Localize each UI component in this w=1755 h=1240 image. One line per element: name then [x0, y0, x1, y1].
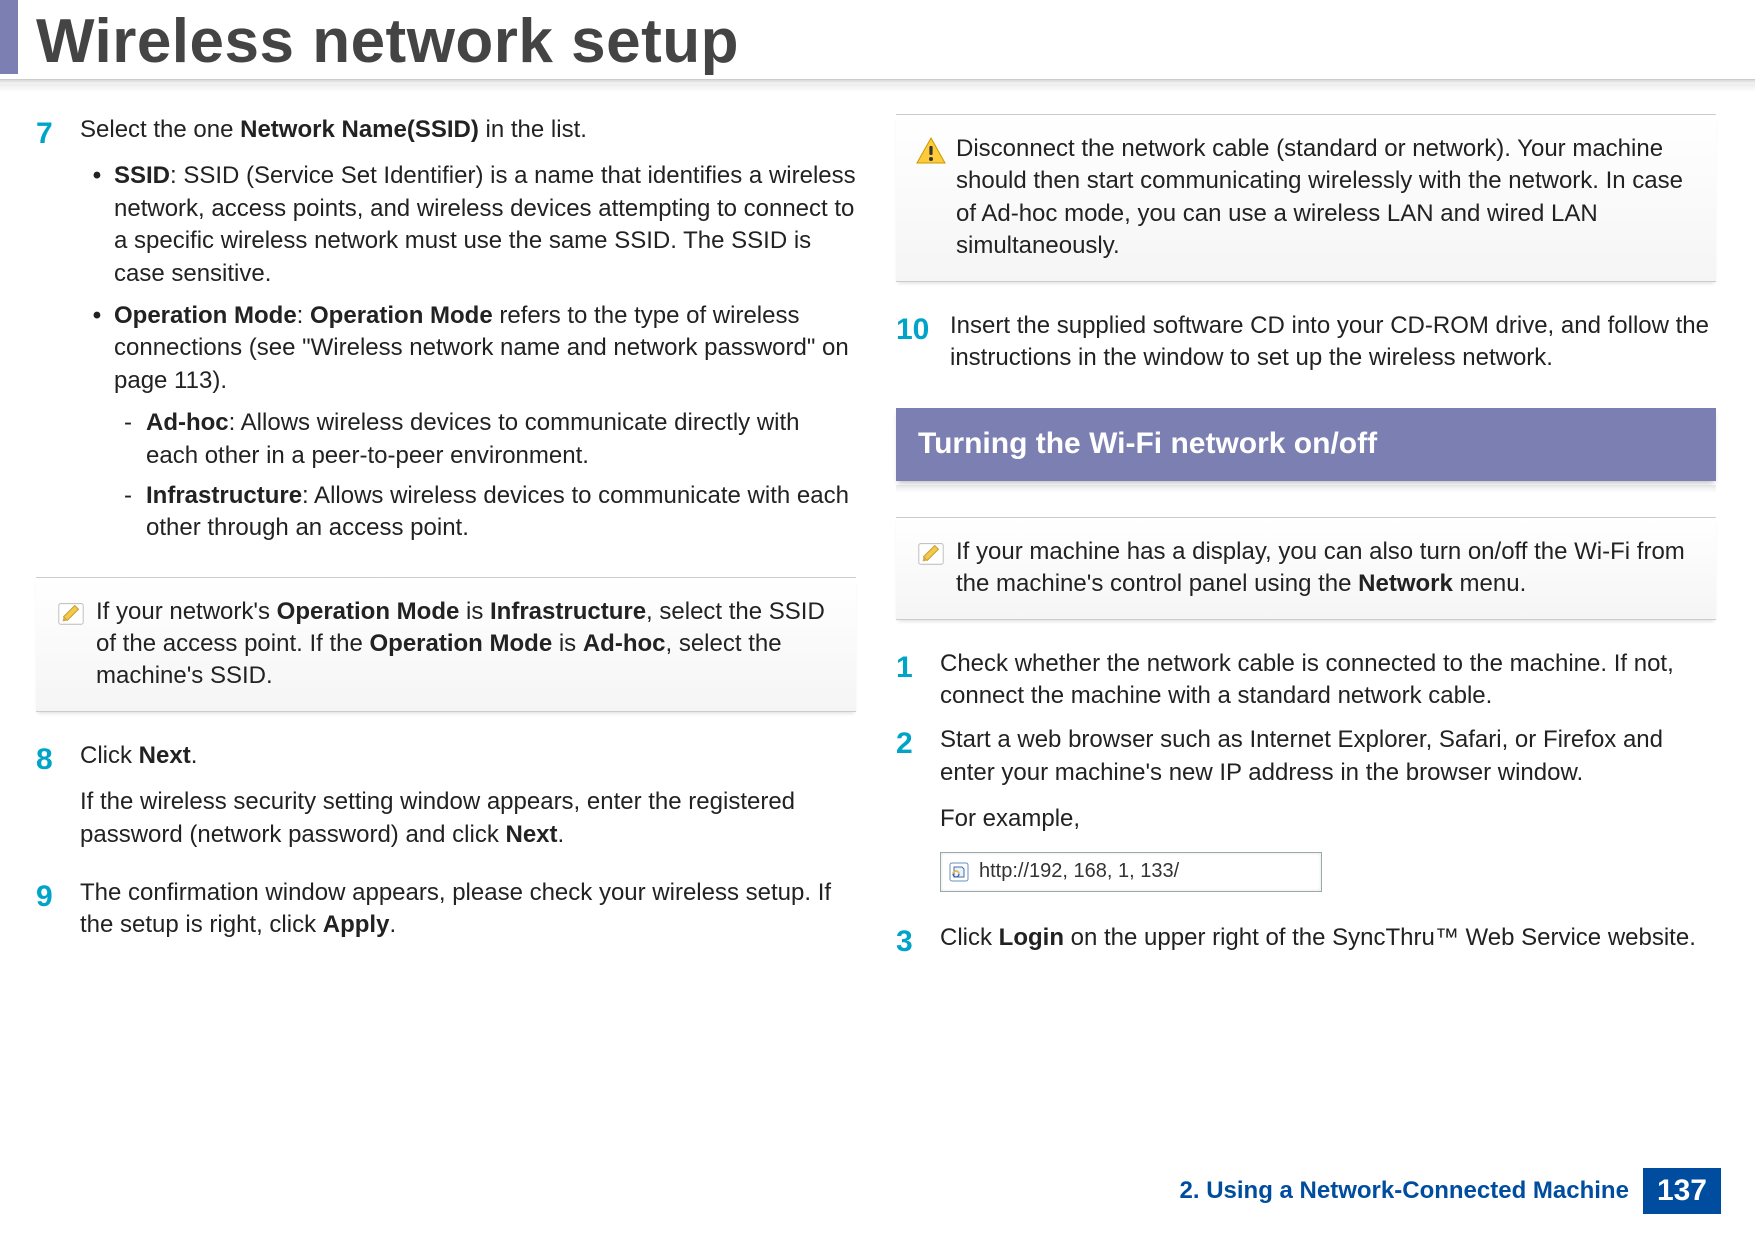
section-header-wifi-toggle: Turning the Wi-Fi network on/off [896, 408, 1716, 481]
note-icon [906, 536, 956, 601]
warning-disconnect-cable: Disconnect the network cable (standard o… [896, 114, 1716, 282]
step-number: 2 [896, 724, 940, 909]
step-number: 8 [36, 740, 80, 865]
ie-page-icon [945, 858, 973, 886]
step-2: 2 Start a web browser such as Internet E… [896, 724, 1716, 909]
url-bar-example: http://192, 168, 1, 133/ [940, 852, 1322, 892]
step-body: Select the one Network Name(SSID) in the… [80, 114, 856, 553]
step7-intro: Select the one Network Name(SSID) in the… [80, 114, 856, 146]
step-number: 7 [36, 114, 80, 553]
step-8: 8 Click Next. If the wireless security s… [36, 740, 856, 865]
step-number: 1 [896, 648, 940, 713]
content-columns: 7 Select the one Network Name(SSID) in t… [0, 92, 1755, 974]
step9-text: The confirmation window appears, please … [80, 877, 856, 942]
step-9: 9 The confirmation window appears, pleas… [36, 877, 856, 956]
warning-text: Disconnect the network cable (standard o… [956, 133, 1706, 263]
page-number-badge: 137 [1643, 1168, 1721, 1214]
bullet-marker: • [80, 160, 114, 290]
bullet-ssid: • SSID: SSID (Service Set Identifier) is… [80, 160, 856, 290]
header-accent-stripe [0, 0, 18, 74]
step-1: 1 Check whether the network cable is con… [896, 648, 1716, 713]
note-icon [46, 596, 96, 693]
bullet-marker: • [80, 300, 114, 397]
sub-adhoc: - Ad-hoc: Allows wireless devices to com… [110, 407, 856, 472]
step-number: 9 [36, 877, 80, 956]
sub-body: Ad-hoc: Allows wireless devices to commu… [146, 407, 856, 472]
warning-icon [906, 133, 956, 263]
page-title: Wireless network setup [36, 6, 1755, 77]
dash-marker: - [110, 480, 146, 545]
step-10: 10 Insert the supplied software CD into … [896, 310, 1716, 375]
sub-infrastructure: - Infrastructure: Allows wireless device… [110, 480, 856, 545]
step-number: 10 [896, 310, 950, 375]
step-body: Start a web browser such as Internet Exp… [940, 724, 1716, 909]
sub-body: Infrastructure: Allows wireless devices … [146, 480, 856, 545]
note-text: If your machine has a display, you can a… [956, 536, 1706, 601]
step2-text: Start a web browser such as Internet Exp… [940, 724, 1716, 789]
step2-example-label: For example, [940, 803, 1716, 835]
step-body: Check whether the network cable is conne… [940, 648, 1716, 713]
step-body: Insert the supplied software CD into you… [950, 310, 1716, 375]
bullet-operation-mode: • Operation Mode: Operation Mode refers … [80, 300, 856, 397]
left-column: 7 Select the one Network Name(SSID) in t… [36, 114, 856, 974]
bullet-body: SSID: SSID (Service Set Identifier) is a… [114, 160, 856, 290]
step-3: 3 Click Login on the upper right of the … [896, 922, 1716, 963]
step8-line2: If the wireless security setting window … [80, 786, 856, 851]
bullet-body: Operation Mode: Operation Mode refers to… [114, 300, 856, 397]
section-shadow [896, 485, 1716, 493]
dash-marker: - [110, 407, 146, 472]
footer-chapter-label: 2. Using a Network-Connected Machine [1180, 1177, 1629, 1205]
step-body: The confirmation window appears, please … [80, 877, 856, 956]
step-body: Click Login on the upper right of the Sy… [940, 922, 1716, 963]
step-body: Click Next. If the wireless security set… [80, 740, 856, 865]
note-text: If your network's Operation Mode is Infr… [96, 596, 846, 693]
step8-line1: Click Next. [80, 740, 856, 772]
title-shadow [0, 84, 1755, 92]
right-column: Disconnect the network cable (standard o… [896, 114, 1716, 974]
step-7: 7 Select the one Network Name(SSID) in t… [36, 114, 856, 553]
footer: 2. Using a Network-Connected Machine 137 [1180, 1168, 1721, 1214]
title-bar: Wireless network setup [0, 0, 1755, 77]
note-wifi-display: If your machine has a display, you can a… [896, 517, 1716, 620]
url-text: http://192, 168, 1, 133/ [979, 858, 1321, 885]
step-number: 3 [896, 922, 940, 963]
note-operation-mode: If your network's Operation Mode is Infr… [36, 577, 856, 712]
